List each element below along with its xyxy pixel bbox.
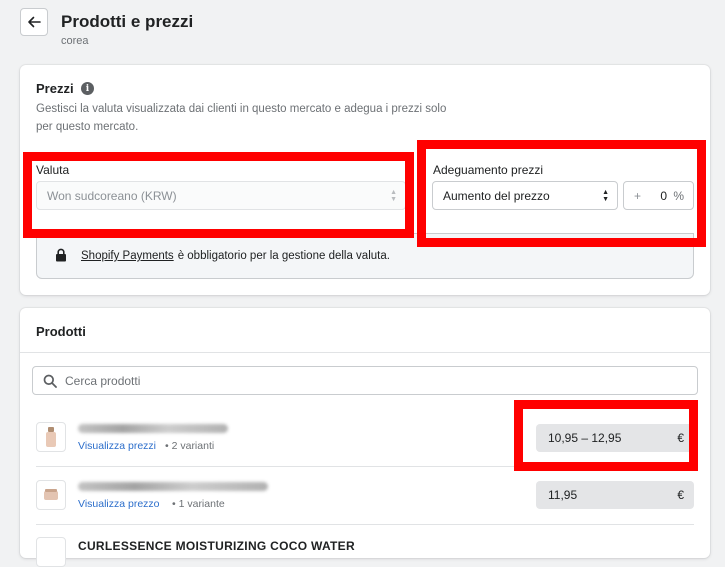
search-input[interactable]: Cerca prodotti <box>32 366 698 395</box>
product-row[interactable]: Visualizza prezzi • 2 varianti 10,95 – 1… <box>20 408 710 466</box>
percent-symbol: % <box>673 189 684 203</box>
adjustment-select[interactable]: Aumento del prezzo ▲ ▼ <box>432 181 618 210</box>
adjustment-percent-input[interactable]: + 0 % <box>623 181 694 210</box>
payments-notice: Shopify Payments è obbligatorio per la g… <box>36 233 694 279</box>
product-thumbnail <box>36 480 66 510</box>
variant-count: • 1 variante <box>172 498 225 510</box>
products-title: Prodotti <box>36 324 86 339</box>
prices-card: Prezzi i Gestisci la valuta visualizzata… <box>20 65 710 295</box>
prices-title: Prezzi <box>36 81 74 96</box>
search-icon <box>43 374 57 388</box>
notice-text: è obbligatorio per la gestione della val… <box>177 250 390 262</box>
divider <box>36 524 694 525</box>
divider <box>20 352 710 353</box>
percent-sign: + <box>634 189 642 203</box>
price-value: 11,95 <box>548 488 578 502</box>
back-button[interactable] <box>20 8 48 36</box>
page-subtitle: corea <box>61 35 89 47</box>
page-title: Prodotti e prezzi <box>61 12 194 31</box>
product-row[interactable]: Visualizza prezzo • 1 variante 11,95 € <box>20 466 710 524</box>
adjustment-value: Aumento del prezzo <box>443 188 550 203</box>
view-prices-link[interactable]: Visualizza prezzi <box>78 440 156 452</box>
product-name-redacted <box>78 482 268 491</box>
currency-select[interactable]: Won sudcoreano (KRW) ▲ ▼ <box>36 181 406 210</box>
currency-value: Won sudcoreano (KRW) <box>47 188 177 203</box>
price-field[interactable]: 11,95 € <box>536 481 694 509</box>
currency-symbol: € <box>677 431 684 445</box>
select-arrows-icon: ▲ ▼ <box>390 189 397 203</box>
shopify-payments-link[interactable]: Shopify Payments <box>81 250 174 262</box>
percent-value: 0 <box>660 189 667 203</box>
product-thumbnail <box>36 537 66 567</box>
currency-symbol: € <box>677 488 684 502</box>
jar-icon <box>44 489 58 500</box>
product-name-redacted <box>78 424 228 433</box>
prices-description: Gestisci la valuta visualizzata dai clie… <box>36 103 447 133</box>
product-name: CURLESSENCE MOISTURIZING COCO WATER <box>78 539 355 553</box>
currency-label: Valuta <box>36 163 70 177</box>
price-field[interactable]: 10,95 – 12,95 € <box>536 424 694 452</box>
search-placeholder: Cerca prodotti <box>65 373 141 388</box>
adjustment-label: Adeguamento prezzi <box>433 163 544 177</box>
info-icon[interactable]: i <box>81 82 94 95</box>
variant-count: • 2 varianti <box>165 440 215 452</box>
lock-icon <box>56 248 66 262</box>
product-thumbnail <box>36 422 66 452</box>
bottle-icon <box>46 427 56 447</box>
products-card: Prodotti Cerca prodotti Visualizza prezz… <box>20 308 710 567</box>
view-price-link[interactable]: Visualizza prezzo <box>78 498 160 510</box>
arrow-left-icon <box>28 16 41 28</box>
select-arrows-icon: ▲ ▼ <box>602 189 609 203</box>
price-value: 10,95 – 12,95 <box>548 431 622 445</box>
